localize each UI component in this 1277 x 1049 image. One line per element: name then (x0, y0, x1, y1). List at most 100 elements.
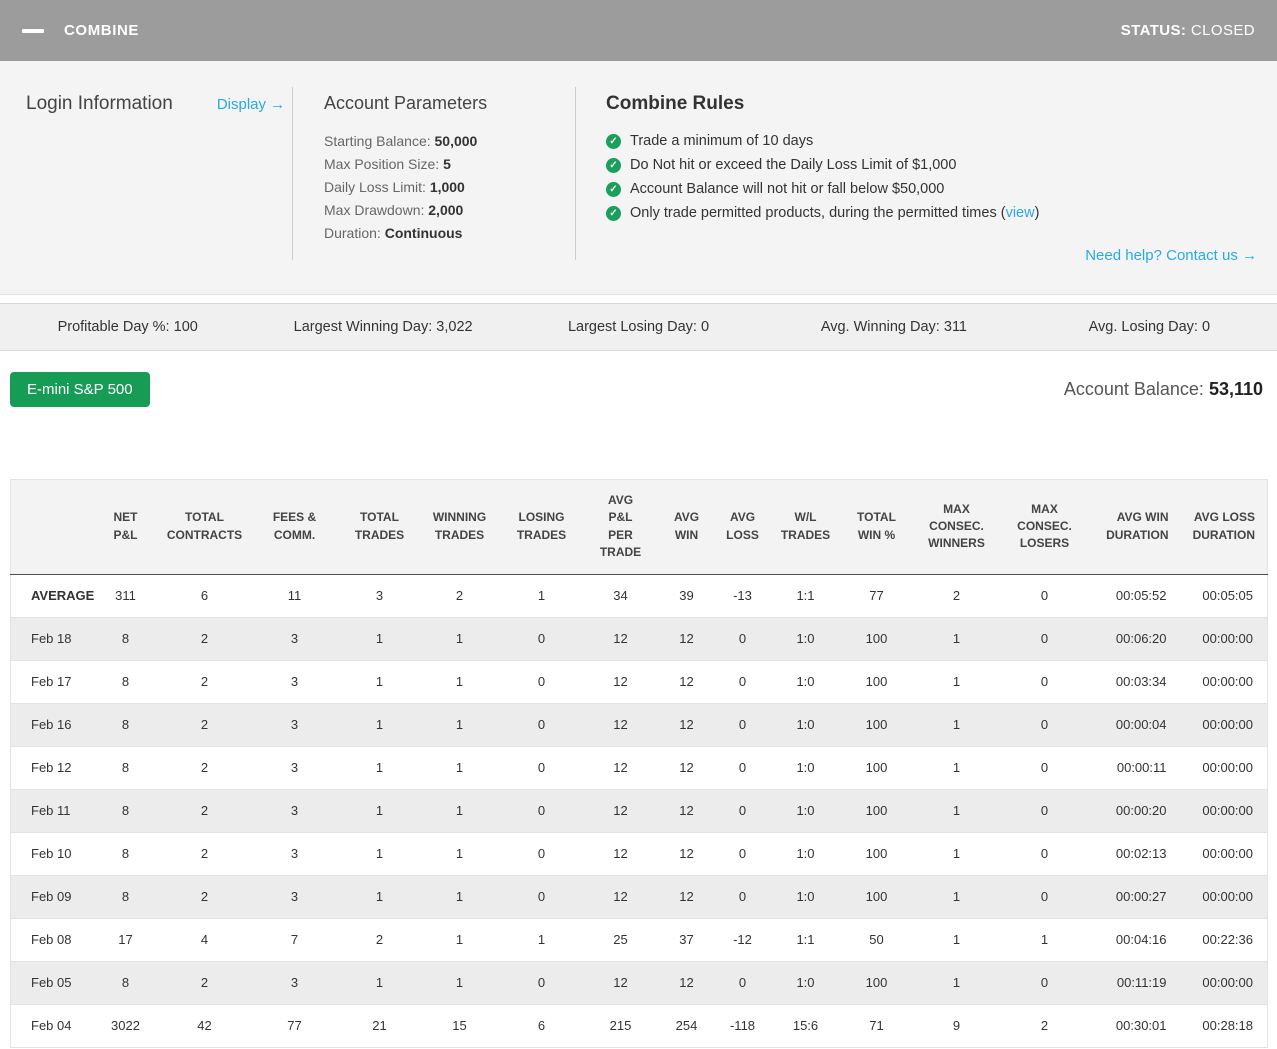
cell: 2 (912, 574, 1001, 618)
combine-rules-section: Combine Rules ✓ Trade a minimum of 10 day… (576, 85, 1277, 276)
contact-us-link[interactable]: Need help? Contact us → (1085, 247, 1257, 264)
display-link[interactable]: Display → (217, 96, 285, 113)
column-header: FEES & COMM. (248, 479, 341, 575)
cell: 100 (840, 789, 913, 833)
product-button[interactable]: E-mini S&P 500 (10, 372, 150, 407)
cell: 37 (658, 918, 715, 962)
stat-label: Profitable Day %: (57, 319, 174, 335)
cell: 1 (418, 746, 501, 790)
account-parameters-title: Account Parameters (324, 93, 488, 113)
row-label: Feb 04 (10, 1004, 91, 1048)
stat-item: Largest Winning Day: 3,022 (255, 319, 510, 335)
cell: 8 (90, 789, 161, 833)
cell: 21 (340, 1004, 419, 1048)
cell: 8 (90, 703, 161, 747)
cell: 00:00:00 (1180, 746, 1268, 790)
parameter-label: Max Position Size: (324, 156, 444, 172)
cell: 00:28:18 (1180, 1004, 1268, 1048)
cell: 2 (1000, 1004, 1089, 1048)
table-row: Feb 11 8 2 3 1 1 0 12 12 0 1:0 100 1 0 00:00:20 00:00:0… (10, 789, 1268, 833)
table-row: Feb 10 8 2 3 1 1 0 12 12 0 1:0 100 1 0 00:02:13 00:00:0… (10, 832, 1268, 876)
cell: 2 (160, 703, 249, 747)
page-title: COMBINE (64, 22, 140, 39)
check-icon: ✓ (606, 181, 621, 197)
cell: 12 (658, 832, 715, 876)
cell: 0 (500, 660, 583, 704)
cell: 2 (160, 660, 249, 704)
cell: 0 (500, 617, 583, 661)
column-header: AVG P&L PER TRADE (582, 479, 659, 575)
cell: 12 (582, 746, 659, 790)
cell: 1 (340, 746, 419, 790)
info-panel: Login Information Display → Account Para… (0, 61, 1277, 295)
cell: 15:6 (770, 1004, 841, 1048)
column-header: NET P&L (90, 479, 161, 575)
cell: 0 (1000, 746, 1089, 790)
row-label: Feb 05 (10, 961, 91, 1005)
product-row: E-mini S&P 500 Account Balance: 53,110 (10, 372, 1263, 407)
cell: 0 (714, 832, 771, 876)
cell: 100 (840, 617, 913, 661)
account-balance-label: Account Balance: (1063, 379, 1204, 399)
cell: 1 (340, 789, 419, 833)
row-label: Feb 08 (10, 918, 91, 962)
cell: 4 (160, 918, 249, 962)
cell: 25 (582, 918, 659, 962)
cell: -118 (714, 1004, 771, 1048)
stat-value: 311 (943, 319, 967, 335)
rule-text: Trade a minimum of 10 days (630, 133, 814, 149)
row-label: Feb 18 (10, 617, 91, 661)
cell: 100 (840, 875, 913, 919)
column-header: LOSING TRADES (500, 479, 583, 575)
cell: 12 (582, 875, 659, 919)
cell: 1 (912, 789, 1001, 833)
cell: 0 (714, 875, 771, 919)
combine-rule: ✓ Trade a minimum of 10 days (606, 129, 1257, 153)
cell: 0 (714, 617, 771, 661)
account-balance-value: 53,110 (1208, 379, 1263, 399)
cell: 00:00:27 (1088, 875, 1181, 919)
column-header: WINNING TRADES (418, 479, 501, 575)
column-header: MAX CONSEC. LOSERS (1000, 479, 1089, 575)
stat-item: Avg. Losing Day: 0 (1022, 319, 1277, 335)
column-header (10, 479, 91, 575)
stat-item: Avg. Winning Day: 311 (766, 319, 1021, 335)
cell: 1:0 (770, 660, 841, 704)
cell: 0 (714, 660, 771, 704)
column-header: TOTAL WIN % (840, 479, 913, 575)
cell: 3 (248, 961, 341, 1005)
column-header: TOTAL TRADES (340, 479, 419, 575)
cell: 00:00:00 (1180, 660, 1268, 704)
cell: 254 (658, 1004, 715, 1048)
combine-rules-list: ✓ Trade a minimum of 10 days ✓ Do Not hit o… (606, 129, 1257, 225)
cell: 00:05:52 (1088, 574, 1181, 618)
stat-label: Largest Winning Day: (293, 319, 437, 335)
cell: 0 (1000, 660, 1089, 704)
cell: 00:06:20 (1088, 617, 1181, 661)
collapse-icon[interactable] (22, 28, 44, 33)
cell: 0 (714, 746, 771, 790)
cell: 8 (90, 832, 161, 876)
cell: 17 (90, 918, 161, 962)
cell: 00:04:16 (1088, 918, 1181, 962)
table-row: Feb 12 8 2 3 1 1 0 12 12 0 1:0 100 1 0 00:00:11 00:00:0… (10, 746, 1268, 790)
view-link[interactable]: view (1006, 205, 1035, 221)
cell: 1 (340, 703, 419, 747)
cell: 8 (90, 660, 161, 704)
cell: 00:00:00 (1180, 832, 1268, 876)
combine-rule: ✓ Only trade permitted products, during t… (606, 201, 1257, 225)
row-label: AVERAGE (10, 574, 94, 618)
stat-value: 100 (173, 319, 198, 335)
cell: 0 (500, 703, 583, 747)
cell: 6 (160, 574, 249, 618)
cell: 12 (582, 961, 659, 1005)
account-parameter: Duration: Continuous (324, 222, 575, 245)
cell: 3 (248, 832, 341, 876)
cell: 12 (658, 875, 715, 919)
parameter-label: Daily Loss Limit: (324, 179, 430, 195)
cell: 12 (658, 660, 715, 704)
table-row: Feb 05 8 2 3 1 1 0 12 12 0 1:0 100 1 0 00:11:19 00:00:0… (10, 961, 1268, 1005)
cell: 12 (582, 832, 659, 876)
cell: 8 (90, 617, 161, 661)
cell: 100 (840, 961, 913, 1005)
